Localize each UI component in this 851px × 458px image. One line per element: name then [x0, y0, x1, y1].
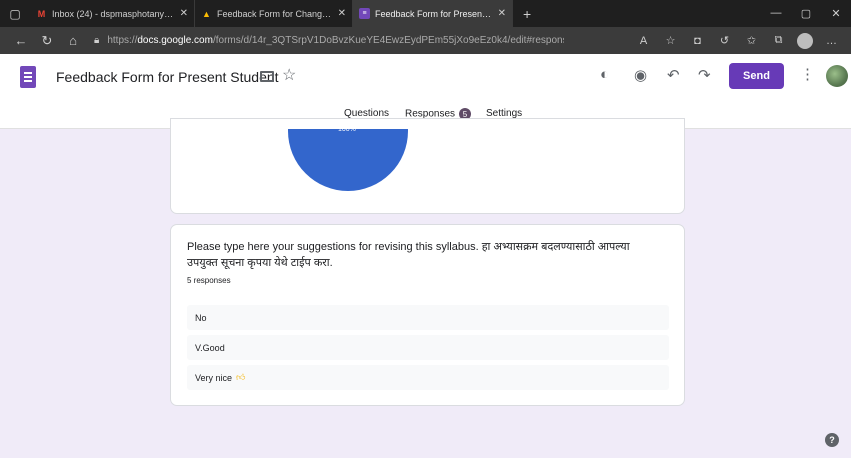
google-forms-icon: ≡: [359, 8, 370, 19]
collections-icon[interactable]: ⧉: [765, 34, 792, 47]
close-tab-icon[interactable]: ✕: [338, 8, 346, 19]
response-text: Very nice: [195, 372, 233, 383]
gmail-icon: M: [37, 8, 46, 19]
url-field[interactable]: 🔒︎ https://docs.google.com/forms/d/14r_3…: [94, 35, 564, 46]
folder-icon[interactable]: [260, 71, 274, 82]
browser-tab-feedback-change[interactable]: ▲ Feedback Form for Change in sy ✕: [195, 0, 353, 27]
back-icon[interactable]: ←: [8, 33, 34, 48]
form-title[interactable]: Feedback Form for Present Student: [56, 69, 279, 85]
browser-toolbar: A ☆ ◘ ↺ ✩ ⧉ …: [630, 32, 851, 49]
google-forms-icon[interactable]: [20, 66, 36, 88]
extension-icon[interactable]: ◘: [684, 35, 711, 47]
list-item: Very nice 👍︎: [187, 365, 669, 390]
list-item: No: [187, 305, 669, 330]
tab-actions-icon[interactable]: ▢: [0, 0, 30, 27]
browser-tab-title: Feedback Form for Change in sy: [217, 8, 332, 19]
more-icon[interactable]: …: [818, 35, 845, 47]
browser-tab-inbox[interactable]: M Inbox (24) - dspmasphotany@gm ✕: [30, 0, 195, 27]
browser-tab-title: Inbox (24) - dspmasphotany@gm: [52, 8, 174, 19]
profile-icon[interactable]: [797, 32, 813, 49]
home-icon[interactable]: ⌂: [60, 33, 86, 48]
preview-eye-icon[interactable]: ◉: [634, 66, 647, 84]
address-bar: ← ↻ ⌂ 🔒︎ https://docs.google.com/forms/d…: [0, 27, 851, 54]
url-path: /forms/d/14r_3QTSrpV1DoBvzKueYE4EwzEydPE…: [212, 35, 564, 46]
question-card: Please type here your suggestions for re…: [170, 224, 685, 406]
google-drive-icon: ▲: [202, 8, 211, 19]
pie-slice: [288, 129, 408, 191]
read-aloud-icon[interactable]: A: [630, 35, 657, 47]
pie-chart: [288, 129, 408, 191]
favorite-star-icon[interactable]: ☆: [657, 34, 684, 47]
lock-icon: 🔒︎: [94, 35, 100, 46]
restore-icon[interactable]: ▢: [791, 7, 821, 20]
pie-slice-label: 100%: [338, 126, 356, 133]
send-button[interactable]: Send: [729, 63, 784, 89]
refresh-extension-icon[interactable]: ↺: [711, 34, 738, 47]
question-text: Please type here your suggestions for re…: [187, 241, 630, 269]
avatar[interactable]: [826, 65, 848, 87]
browser-tab-feedback-present[interactable]: ≡ Feedback Form for Present Stude ✕: [353, 0, 513, 27]
close-tab-icon[interactable]: ✕: [498, 8, 506, 19]
refresh-icon[interactable]: ↻: [34, 33, 60, 49]
minimize-icon[interactable]: —: [761, 7, 791, 20]
list-item: V.Good: [187, 335, 669, 360]
browser-tab-strip: ▢ M Inbox (24) - dspmasphotany@gm ✕ ▲ Fe…: [0, 0, 851, 27]
response-text: No: [195, 312, 207, 323]
more-vert-icon[interactable]: ⋮: [800, 65, 815, 83]
close-tab-icon[interactable]: ✕: [180, 8, 188, 19]
new-tab-button[interactable]: +: [513, 6, 541, 22]
chart-card: [170, 118, 685, 214]
redo-icon[interactable]: ↷: [698, 66, 711, 84]
url-domain: docs.google.com: [137, 35, 213, 46]
palette-icon[interactable]: ◐: [600, 66, 609, 83]
thumbs-up-icon: 👍︎: [236, 372, 246, 382]
star-icon[interactable]: ☆: [282, 65, 296, 85]
undo-icon[interactable]: ↶: [667, 66, 680, 84]
responses-count: 5 responses: [187, 276, 231, 285]
favorites-icon[interactable]: ✩: [738, 34, 765, 47]
browser-tab-title: Feedback Form for Present Stude: [375, 8, 492, 19]
window-controls: — ▢ ✕: [761, 7, 851, 20]
help-icon[interactable]: ?: [825, 433, 839, 447]
response-text: V.Good: [195, 342, 225, 353]
url-prefix: https://: [107, 35, 138, 46]
close-window-icon[interactable]: ✕: [821, 7, 851, 20]
